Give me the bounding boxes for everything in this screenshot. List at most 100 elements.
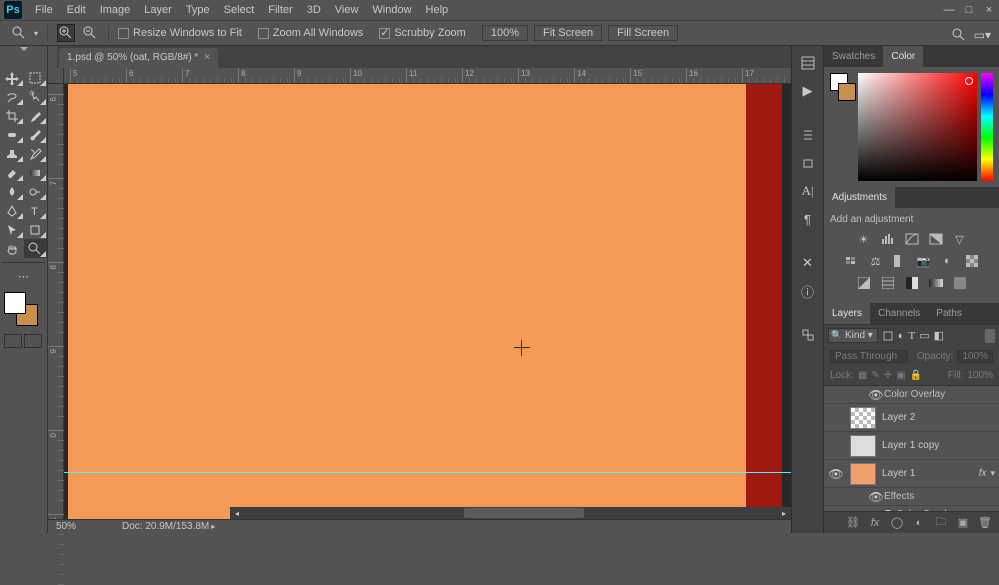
history-brush-tool-icon[interactable] <box>24 144 48 163</box>
marquee-tool-icon[interactable] <box>24 68 48 87</box>
menu-layer[interactable]: Layer <box>137 4 179 16</box>
exposure-adj-icon[interactable] <box>927 231 945 247</box>
ruler-corner[interactable] <box>48 68 64 84</box>
history-panel-icon[interactable] <box>797 52 819 74</box>
bw-adj-icon[interactable] <box>891 253 909 269</box>
scroll-left-button[interactable]: ◂ <box>230 507 244 519</box>
color-field[interactable] <box>858 73 977 181</box>
color-swatch[interactable] <box>4 292 44 332</box>
window-close-button[interactable]: × <box>979 0 999 20</box>
visibility-toggle[interactable]: 👁 <box>828 467 844 481</box>
layer-thumbnail[interactable] <box>850 435 876 457</box>
tab-paths[interactable]: Paths <box>928 303 970 324</box>
levels-adj-icon[interactable] <box>879 231 897 247</box>
lasso-tool-icon[interactable] <box>0 87 24 106</box>
foreground-color-swatch[interactable] <box>4 292 26 314</box>
selective-color-adj-icon[interactable] <box>951 275 969 291</box>
window-minimize-button[interactable]: — <box>939 0 959 20</box>
filter-kind-select[interactable]: Kind ▾ <box>828 328 878 343</box>
character-panel-icon[interactable]: A| <box>797 180 819 202</box>
menu-window[interactable]: Window <box>365 4 418 16</box>
ruler-vertical[interactable]: 678901 <box>48 84 64 519</box>
layer-effects-row[interactable]: 👁 Effects <box>824 488 999 506</box>
zoom-value-field[interactable]: 100% <box>482 25 528 41</box>
layer-name[interactable]: Layer 1 copy <box>882 440 939 451</box>
new-layer-icon[interactable]: ▣ <box>955 516 971 530</box>
layer-effect-row[interactable]: 👁 Color Overlay <box>824 386 999 404</box>
filter-type-icon[interactable]: T <box>908 330 915 342</box>
layer-name[interactable]: Layer 1 <box>882 468 915 479</box>
invert-adj-icon[interactable] <box>855 275 873 291</box>
zoom-tool-icon[interactable] <box>24 239 48 258</box>
layer-thumbnail[interactable] <box>850 407 876 429</box>
menu-help[interactable]: Help <box>419 4 456 16</box>
layer-thumbnail[interactable] <box>850 463 876 485</box>
zoom-tool-preset-icon[interactable] <box>10 24 28 42</box>
menu-select[interactable]: Select <box>217 4 262 16</box>
resize-windows-checkbox[interactable]: Resize Windows to Fit <box>118 27 242 39</box>
filter-shape-icon[interactable]: ▭ <box>919 329 929 342</box>
layer-row[interactable]: Layer 2 <box>824 404 999 432</box>
type-tool-icon[interactable]: T <box>24 201 48 220</box>
screen-mode-icon[interactable] <box>24 334 42 348</box>
info-panel-icon[interactable]: ⓘ <box>797 280 819 302</box>
quick-mask-icon[interactable] <box>4 334 22 348</box>
edit-toolbar-icon[interactable]: ⋯ <box>0 267 47 286</box>
zoom-in-icon[interactable] <box>57 24 75 42</box>
color-balance-adj-icon[interactable]: ⚖ <box>867 253 885 269</box>
horizontal-scrollbar[interactable] <box>244 507 777 519</box>
quick-select-tool-icon[interactable] <box>24 87 48 106</box>
color-picker-cursor[interactable] <box>965 77 973 85</box>
vibrance-adj-icon[interactable]: ▽ <box>951 231 969 247</box>
chevron-down-icon[interactable]: ▾ <box>34 29 38 38</box>
brushes-panel-icon[interactable] <box>797 124 819 146</box>
libraries-panel-icon[interactable] <box>797 324 819 346</box>
layer-fx-icon[interactable]: fx <box>867 516 883 530</box>
ruler-horizontal[interactable]: 567891011121314151617 <box>64 68 791 84</box>
lock-artboard-icon[interactable]: ▣ <box>896 370 905 381</box>
tab-channels[interactable]: Channels <box>870 303 928 324</box>
curves-adj-icon[interactable] <box>903 231 921 247</box>
threshold-adj-icon[interactable] <box>903 275 921 291</box>
canvas[interactable]: ◂ ▸ <box>64 84 791 519</box>
tab-color[interactable]: Color <box>883 46 923 67</box>
menu-filter[interactable]: Filter <box>261 4 299 16</box>
pen-tool-icon[interactable] <box>0 201 24 220</box>
delete-layer-icon[interactable]: 🗑 <box>977 516 993 530</box>
new-fill-adj-icon[interactable]: ◐ <box>911 516 927 530</box>
photo-filter-adj-icon[interactable]: 📷 <box>915 253 933 269</box>
healing-tool-icon[interactable] <box>0 125 24 144</box>
document-info[interactable]: Doc: 20.9M/153.8M▸ <box>112 521 215 532</box>
filter-smart-icon[interactable]: ◧ <box>934 329 944 342</box>
fill-field[interactable]: 100% <box>967 370 993 381</box>
hand-tool-icon[interactable] <box>0 239 24 258</box>
chevron-down-icon[interactable]: ▾ <box>990 468 995 479</box>
toolbox-grip-icon[interactable] <box>2 46 46 54</box>
zoom-level-field[interactable]: 50% <box>48 521 112 532</box>
close-tab-icon[interactable]: × <box>204 48 210 68</box>
menu-edit[interactable]: Edit <box>60 4 93 16</box>
menu-view[interactable]: View <box>328 4 366 16</box>
layer-name[interactable]: Layer 2 <box>882 412 915 423</box>
blur-tool-icon[interactable] <box>0 182 24 201</box>
visibility-toggle[interactable]: 👁 <box>868 388 884 402</box>
clone-panel-icon[interactable] <box>797 152 819 174</box>
lock-transparency-icon[interactable]: ▦ <box>858 370 867 381</box>
fit-screen-button[interactable]: Fit Screen <box>534 25 602 41</box>
zoom-all-checkbox[interactable]: Zoom All Windows <box>258 27 363 39</box>
gradient-tool-icon[interactable] <box>24 163 48 182</box>
posterize-adj-icon[interactable] <box>879 275 897 291</box>
lock-pixels-icon[interactable]: ✎ <box>871 370 879 381</box>
horizontal-guide[interactable] <box>64 472 791 473</box>
panel-bg-swatch[interactable] <box>838 83 856 101</box>
eraser-tool-icon[interactable] <box>0 163 24 182</box>
stamp-tool-icon[interactable] <box>0 144 24 163</box>
new-group-icon[interactable]: 🗀 <box>933 516 949 530</box>
window-maximize-button[interactable]: □ <box>959 0 979 20</box>
path-select-tool-icon[interactable] <box>0 220 24 239</box>
eyedropper-tool-icon[interactable] <box>24 106 48 125</box>
fx-badge[interactable]: fx <box>979 468 987 479</box>
opacity-field[interactable]: 100% <box>957 350 993 363</box>
lock-all-icon[interactable]: 🔒 <box>910 370 922 381</box>
fill-screen-button[interactable]: Fill Screen <box>608 25 678 41</box>
